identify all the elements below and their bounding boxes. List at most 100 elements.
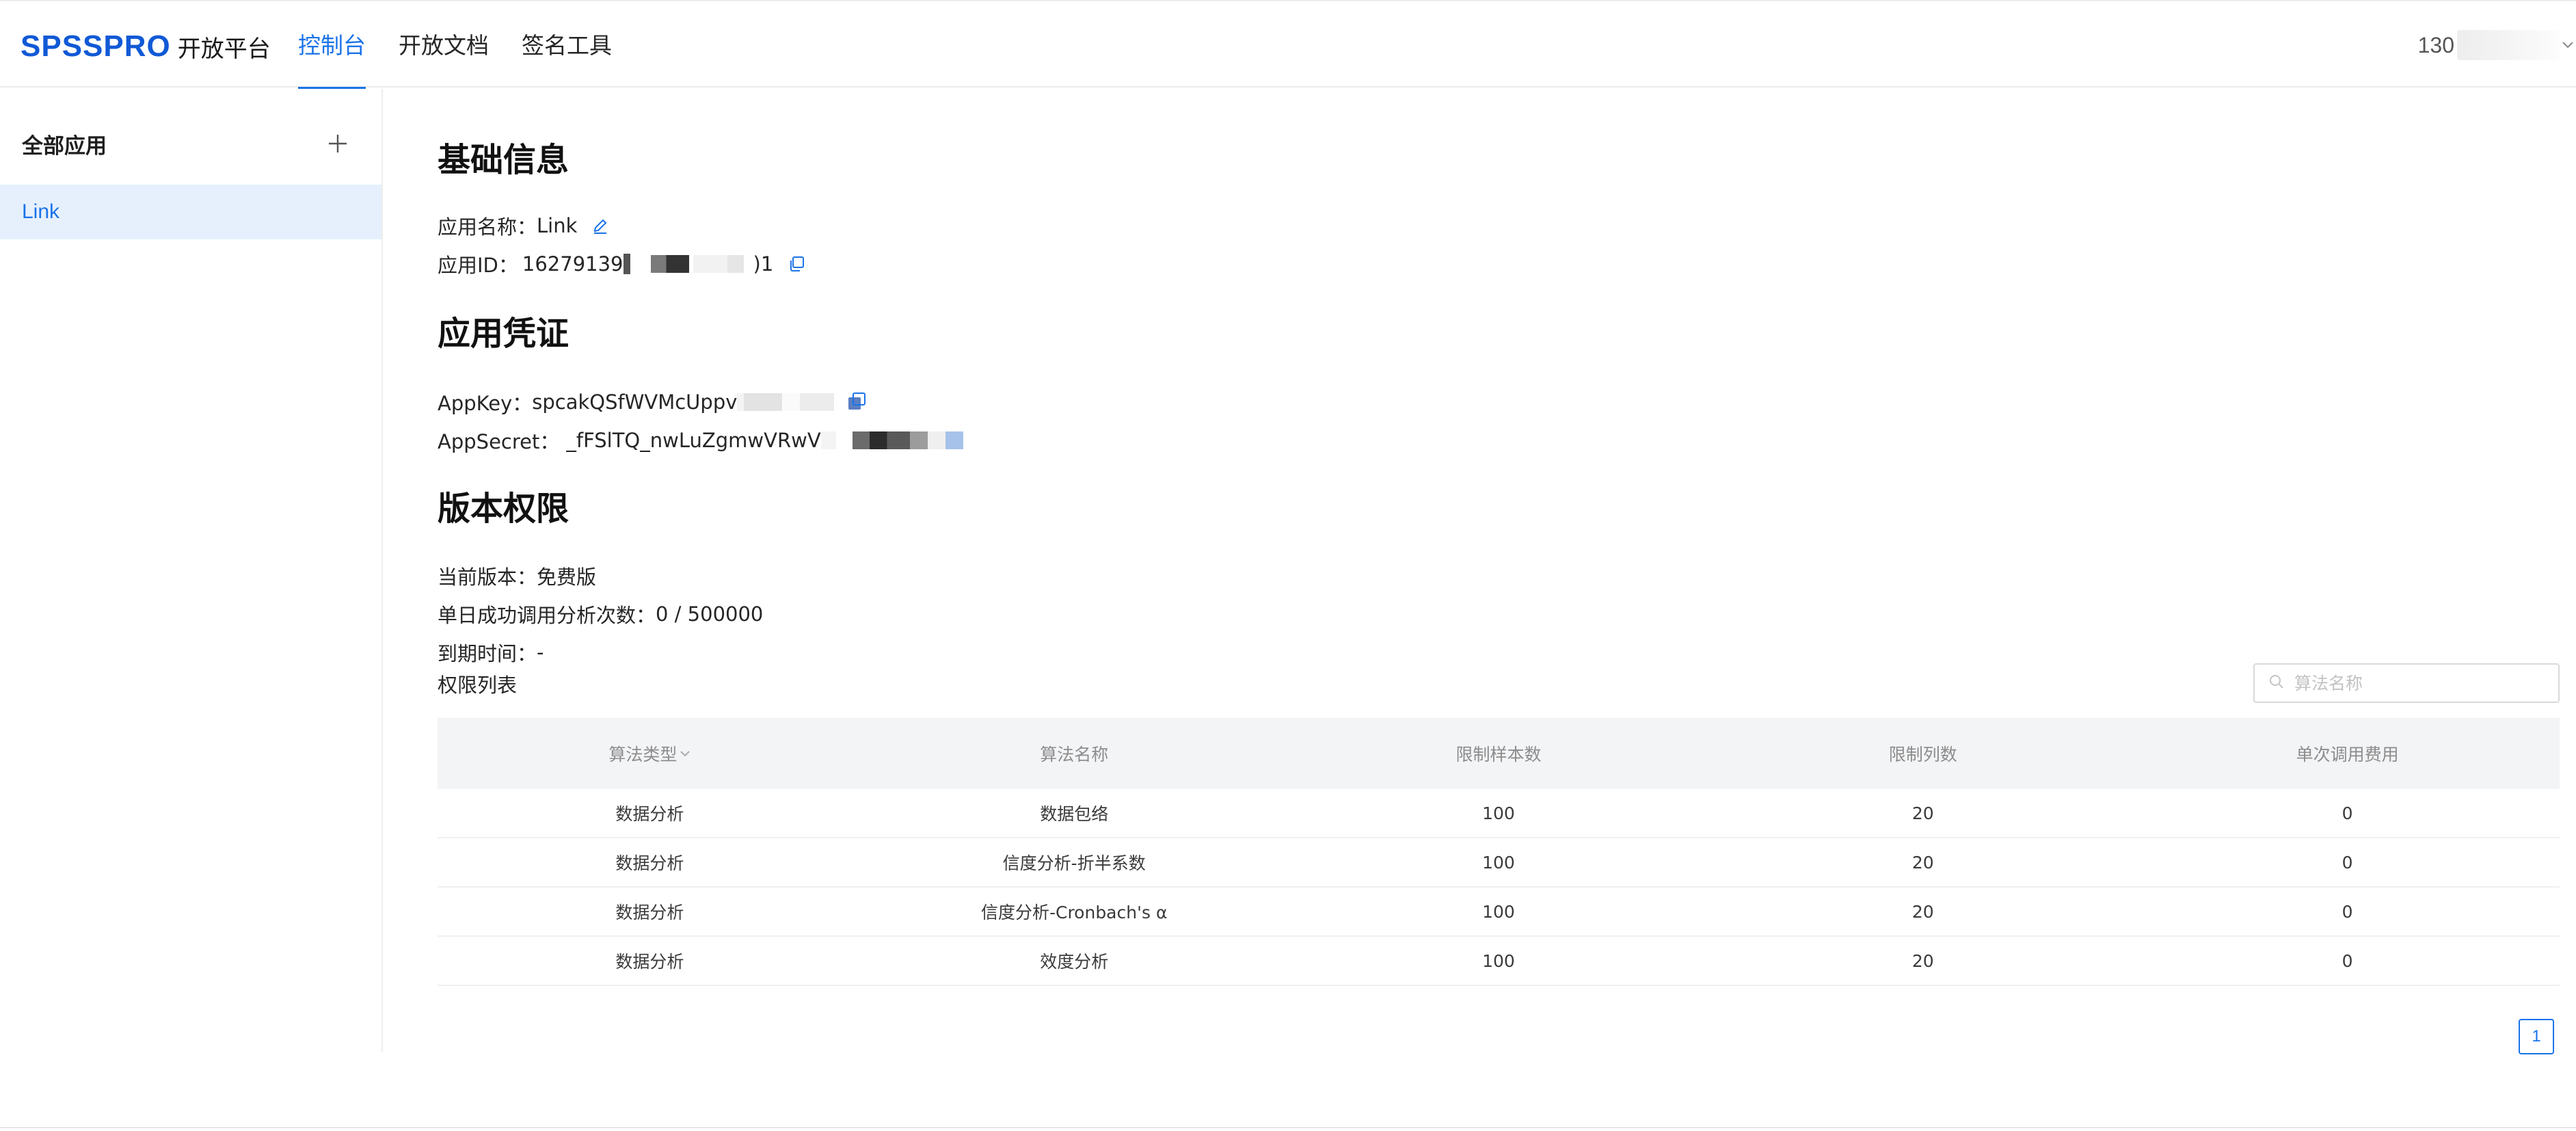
appsecret-row: AppSecret： _fFSlTQ_nwLuZgmwVRwV (438, 425, 963, 455)
cell-algo-name: 效度分析 (1040, 952, 1109, 972)
redacted-block (945, 431, 963, 449)
sidebar-item-label: Link (22, 200, 60, 223)
nav-item-docs[interactable]: 开放文档 (399, 1, 489, 89)
cell-algo-type: 数据分析 (615, 952, 684, 972)
chevron-down-icon[interactable] (680, 749, 690, 758)
expiry-value: - (537, 641, 544, 664)
cell-column-limit: 20 (1911, 852, 1934, 873)
daily-calls-value: 0 / 500000 (656, 602, 764, 626)
redacted-phone (2457, 30, 2560, 60)
appsecret-label: AppSecret： (438, 430, 560, 453)
copy-icon[interactable] (845, 390, 870, 414)
sidebar: 全部应用 Link (0, 89, 383, 1052)
cell-algo-type: 数据分析 (615, 804, 684, 824)
table-row: 数据分析 信度分析-折半系数 100 20 0 (438, 838, 2560, 888)
redacted-block (909, 431, 928, 449)
table-header: 算法类型 算法名称 限制样本数 限制列数 单次调用费用 (438, 718, 2560, 789)
current-version-label: 当前版本： (438, 566, 537, 589)
app-id-row: 应用ID： 16279139 )1 (438, 249, 809, 279)
column-header-sample-limit: 限制样本数 (1455, 745, 1542, 764)
redacted-block (693, 255, 727, 273)
cell-call-fee: 0 (2342, 852, 2353, 873)
cell-call-fee: 0 (2342, 901, 2353, 922)
appkey-value: spcakQSfWVMcUppv (532, 390, 738, 414)
cell-algo-type: 数据分析 (615, 903, 684, 922)
expiry-row: 到期时间： - (438, 637, 544, 667)
permission-list-title: 权限列表 (438, 674, 518, 697)
chevron-down-icon[interactable] (2560, 30, 2576, 60)
cell-call-fee: 0 (2342, 803, 2353, 823)
nav-item-console[interactable]: 控制台 (298, 1, 366, 90)
redacted-block (927, 431, 945, 449)
cell-column-limit: 20 (1911, 803, 1934, 823)
section-title-version: 版本权限 (438, 490, 569, 528)
top-navbar: SPSSPRO 开放平台 控制台 开放文档 签名工具 130 (0, 0, 2576, 90)
edit-pencil-icon[interactable] (588, 213, 613, 238)
daily-calls-row: 单日成功调用分析次数： 0 / 500000 (438, 599, 763, 629)
logo-text: SPSSPRO (21, 29, 171, 63)
app-id-value: 16279139 (522, 252, 623, 276)
redacted-block (820, 431, 836, 449)
table-row: 数据分析 信度分析-Cronbach's α 100 20 0 (438, 888, 2560, 937)
copy-icon[interactable] (784, 252, 809, 276)
permission-table: 算法类型 算法名称 限制样本数 限制列数 单次调用费用 数据分析 数据包络 10… (438, 718, 2560, 986)
redacted-block (737, 393, 744, 411)
column-header-algo-type[interactable]: 算法类型 (438, 741, 862, 766)
daily-calls-label: 单日成功调用分析次数： (438, 604, 656, 627)
table-row: 数据分析 效度分析 100 20 0 (438, 937, 2560, 986)
current-version-value: 免费版 (537, 566, 597, 589)
user-phone: 130 (2417, 32, 2454, 57)
search-input[interactable] (2294, 673, 2540, 693)
redacted-block (852, 431, 910, 449)
algorithm-search[interactable] (2253, 663, 2560, 703)
cell-call-fee: 0 (2342, 950, 2353, 971)
pagination-page-1[interactable]: 1 (2519, 1019, 2554, 1054)
app-id-label: 应用ID： (438, 254, 518, 277)
nav-item-sign-tool[interactable]: 签名工具 (522, 1, 612, 89)
logo-subtitle: 开放平台 (177, 35, 271, 63)
sidebar-header: 全部应用 (22, 123, 354, 164)
appsecret-value: _fFSlTQ_nwLuZgmwVRwV (566, 429, 821, 452)
app-id-suffix: )1 (753, 252, 774, 276)
redacted-block (727, 255, 744, 273)
cell-algo-name: 数据包络 (1040, 804, 1109, 824)
sidebar-title: 全部应用 (22, 133, 107, 159)
table-row: 数据分析 数据包络 100 20 0 (438, 789, 2560, 838)
cell-sample-limit: 100 (1482, 803, 1515, 823)
cell-algo-name: 信度分析-Cronbach's α (980, 903, 1168, 922)
current-version-row: 当前版本： 免费版 (438, 561, 596, 591)
logo[interactable]: SPSSPRO 开放平台 (21, 26, 271, 67)
divider (0, 1127, 2576, 1128)
redacted-block (836, 431, 853, 449)
cell-column-limit: 20 (1911, 901, 1934, 922)
section-title-basic-info: 基础信息 (438, 141, 569, 179)
search-icon (2268, 674, 2285, 693)
column-header-column-limit: 限制列数 (1888, 745, 1957, 764)
redacted-block (744, 393, 783, 411)
sidebar-item-link[interactable]: Link (0, 185, 381, 239)
appkey-label: AppKey： (438, 392, 533, 415)
cell-column-limit: 20 (1911, 950, 1934, 971)
section-title-credentials: 应用凭证 (438, 315, 569, 353)
plus-icon[interactable] (321, 127, 354, 160)
cell-algo-type: 数据分析 (615, 853, 684, 873)
redacted-block (630, 255, 651, 273)
expiry-label: 到期时间： (438, 642, 537, 665)
cell-sample-limit: 100 (1482, 852, 1515, 873)
redacted-block (800, 393, 835, 411)
redacted-block (782, 393, 801, 411)
redacted-block (623, 254, 630, 274)
user-menu[interactable]: 130 (2418, 1, 2576, 89)
cell-algo-name: 信度分析-折半系数 (1002, 853, 1146, 873)
app-name-row: 应用名称： Link (438, 211, 613, 241)
main-nav: 控制台 开放文档 签名工具 (298, 1, 645, 90)
redacted-block (650, 255, 689, 273)
cell-sample-limit: 100 (1482, 950, 1515, 971)
app-name-label: 应用名称： (438, 215, 537, 239)
appkey-row: AppKey： spcakQSfWVMcUppv (438, 387, 870, 417)
column-header-algo-name: 算法名称 (1040, 745, 1109, 764)
cell-sample-limit: 100 (1482, 901, 1515, 922)
app-name-value: Link (537, 214, 578, 237)
column-header-call-fee: 单次调用费用 (2296, 745, 2399, 764)
column-header-label: 算法类型 (608, 745, 677, 764)
